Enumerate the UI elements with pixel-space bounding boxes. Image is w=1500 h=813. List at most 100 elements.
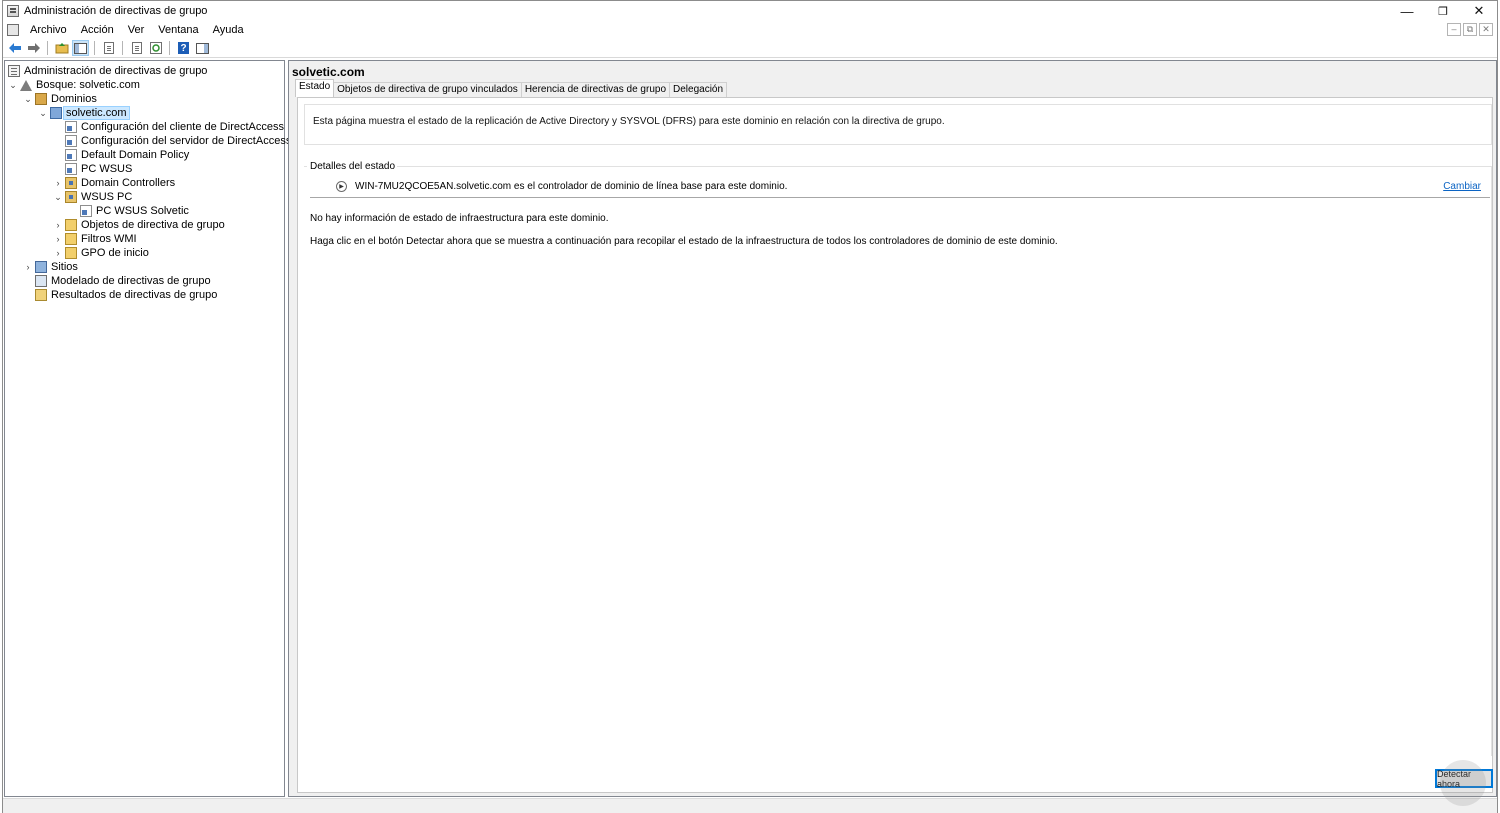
- mdi-close-button[interactable]: ✕: [1479, 23, 1493, 36]
- collapse-arrow-icon[interactable]: ›: [53, 176, 63, 190]
- menu-accion[interactable]: Acción: [74, 21, 121, 39]
- results-icon: [35, 289, 47, 301]
- intro-box: Esta página muestra el estado de la repl…: [304, 104, 1492, 145]
- menu-archivo[interactable]: Archivo: [23, 21, 74, 39]
- tree-node-folder[interactable]: › Filtros WMI: [53, 232, 137, 246]
- status-details-label: Detalles del estado: [307, 161, 398, 172]
- tree-node-label: PC WSUS: [81, 163, 133, 175]
- export-list-icon: [131, 42, 142, 54]
- menu-ver[interactable]: Ver: [121, 21, 152, 39]
- tree-node-label: PC WSUS Solvetic: [96, 205, 189, 217]
- tree-node-label: Objetos de directiva de grupo: [81, 219, 225, 231]
- console-tree[interactable]: Administración de directivas de grupo ⌄ …: [4, 60, 291, 797]
- tab-delegation[interactable]: Delegación: [669, 82, 728, 97]
- details-pane: solvetic.com Estado Objetos de directiva…: [288, 60, 1497, 797]
- tree-node-label: Dominios: [51, 93, 97, 105]
- toolbar-separator: [94, 41, 95, 55]
- collapse-arrow-icon[interactable]: ›: [23, 260, 33, 274]
- tree-node-results[interactable]: Resultados de directivas de grupo: [35, 288, 217, 302]
- toolbar-separator: [122, 41, 123, 55]
- watermark-logo: [1440, 760, 1486, 806]
- system-menu-icon[interactable]: [7, 24, 19, 36]
- export-list-button[interactable]: [128, 40, 145, 56]
- domain-icon: [50, 107, 62, 119]
- expand-arrow-icon[interactable]: ⌄: [8, 78, 18, 92]
- gpo-link-icon: [65, 121, 77, 133]
- gpmc-app-icon: [7, 5, 19, 17]
- tree-node-forest[interactable]: ⌄ Bosque: solvetic.com: [8, 78, 140, 92]
- divider: [310, 197, 1490, 198]
- back-icon: [8, 43, 21, 53]
- properties-button[interactable]: [100, 40, 117, 56]
- refresh-button[interactable]: [147, 40, 164, 56]
- tree-node-label: Administración de directivas de grupo: [24, 65, 208, 77]
- tree-node-label: Sitios: [51, 261, 78, 273]
- tree-node-label: Modelado de directivas de grupo: [51, 275, 211, 287]
- tree-node-ou[interactable]: › Domain Controllers: [53, 176, 175, 190]
- baseline-dc-text: WIN-7MU2QCOE5AN.solvetic.com es el contr…: [355, 181, 788, 192]
- status-bar: [3, 798, 1497, 813]
- tree-node-label: Default Domain Policy: [81, 149, 190, 161]
- tab-estado[interactable]: Estado: [295, 79, 335, 97]
- menu-ventana[interactable]: Ventana: [151, 21, 205, 39]
- info-arrow-icon: ▶: [336, 181, 347, 192]
- show-hide-tree-button[interactable]: [72, 40, 89, 56]
- expand-arrow-icon[interactable]: ⌄: [23, 92, 33, 106]
- page-title: solvetic.com: [292, 65, 365, 79]
- domains-icon: [35, 93, 47, 105]
- collapse-arrow-icon[interactable]: ›: [53, 246, 63, 260]
- gpo-link-icon: [65, 163, 77, 175]
- tab-page-estado: Esta página muestra el estado de la repl…: [297, 97, 1493, 793]
- gpo-folder-icon: [65, 219, 77, 231]
- maximize-button[interactable]: ❐: [1425, 1, 1461, 21]
- tree-node-label: Bosque: solvetic.com: [36, 79, 140, 91]
- organizational-unit-icon: [65, 191, 77, 203]
- intro-text: Esta página muestra el estado de la repl…: [313, 116, 945, 127]
- tree-node-ou[interactable]: ⌄ WSUS PC: [53, 190, 132, 204]
- tree-node-gpo-link[interactable]: Configuración del servidor de DirectAcce…: [65, 134, 291, 148]
- tab-inheritance[interactable]: Herencia de directivas de grupo: [520, 82, 671, 97]
- gpo-link-icon: [65, 135, 77, 147]
- minimize-button[interactable]: —: [1389, 1, 1425, 21]
- wmi-filter-folder-icon: [65, 233, 77, 245]
- tree-node-root[interactable]: Administración de directivas de grupo: [8, 64, 207, 78]
- sites-icon: [35, 261, 47, 273]
- group-policy-management-icon: [8, 65, 20, 77]
- forward-button[interactable]: [25, 40, 42, 56]
- tree-node-gpo-link[interactable]: PC WSUS Solvetic: [80, 204, 189, 218]
- menu-bar: Archivo Acción Ver Ventana Ayuda – ⧉ ✕: [3, 21, 1497, 39]
- tab-strip: Estado Objetos de directiva de grupo vin…: [295, 79, 728, 97]
- collapse-arrow-icon[interactable]: ›: [53, 218, 63, 232]
- tree-node-gpo-link[interactable]: PC WSUS: [65, 162, 132, 176]
- back-button[interactable]: [6, 40, 23, 56]
- tree-node-folder[interactable]: › GPO de inicio: [53, 246, 149, 260]
- tree-node-label: GPO de inicio: [81, 247, 149, 259]
- gpo-link-icon: [65, 149, 77, 161]
- change-link[interactable]: Cambiar: [1443, 181, 1481, 192]
- close-button[interactable]: ✕: [1461, 1, 1497, 21]
- toolbar-separator: [169, 41, 170, 55]
- tree-node-label: solvetic.com: [63, 106, 130, 120]
- tree-node-sites[interactable]: › Sitios: [23, 260, 78, 274]
- tree-node-domains[interactable]: ⌄ Dominios: [23, 92, 97, 106]
- tree-node-domain-solvetic[interactable]: ⌄ solvetic.com: [38, 106, 130, 120]
- menu-ayuda[interactable]: Ayuda: [206, 21, 251, 39]
- help-button[interactable]: ?: [175, 40, 192, 56]
- expand-arrow-icon[interactable]: ⌄: [38, 106, 48, 120]
- tree-node-gpo-link[interactable]: Configuración del cliente de DirectAcces…: [65, 120, 284, 134]
- mdi-minimize-button[interactable]: –: [1447, 23, 1461, 36]
- help-icon: ?: [178, 42, 189, 54]
- tab-linked-gpos[interactable]: Objetos de directiva de grupo vinculados: [333, 82, 522, 97]
- no-infrastructure-info-text: No hay información de estado de infraest…: [310, 213, 609, 224]
- toolbar: ?: [3, 39, 1497, 58]
- mdi-restore-button[interactable]: ⧉: [1463, 23, 1477, 36]
- tree-node-modeling[interactable]: Modelado de directivas de grupo: [35, 274, 211, 288]
- tree-node-gpo-link[interactable]: Default Domain Policy: [65, 148, 189, 162]
- expand-arrow-icon[interactable]: ⌄: [53, 190, 63, 204]
- tree-node-label: Configuración del servidor de DirectAcce…: [81, 135, 292, 147]
- tree-node-folder[interactable]: › Objetos de directiva de grupo: [53, 218, 225, 232]
- tree-node-label: WSUS PC: [81, 191, 133, 203]
- collapse-arrow-icon[interactable]: ›: [53, 232, 63, 246]
- action-pane-button[interactable]: [194, 40, 211, 56]
- up-folder-button[interactable]: [53, 40, 70, 56]
